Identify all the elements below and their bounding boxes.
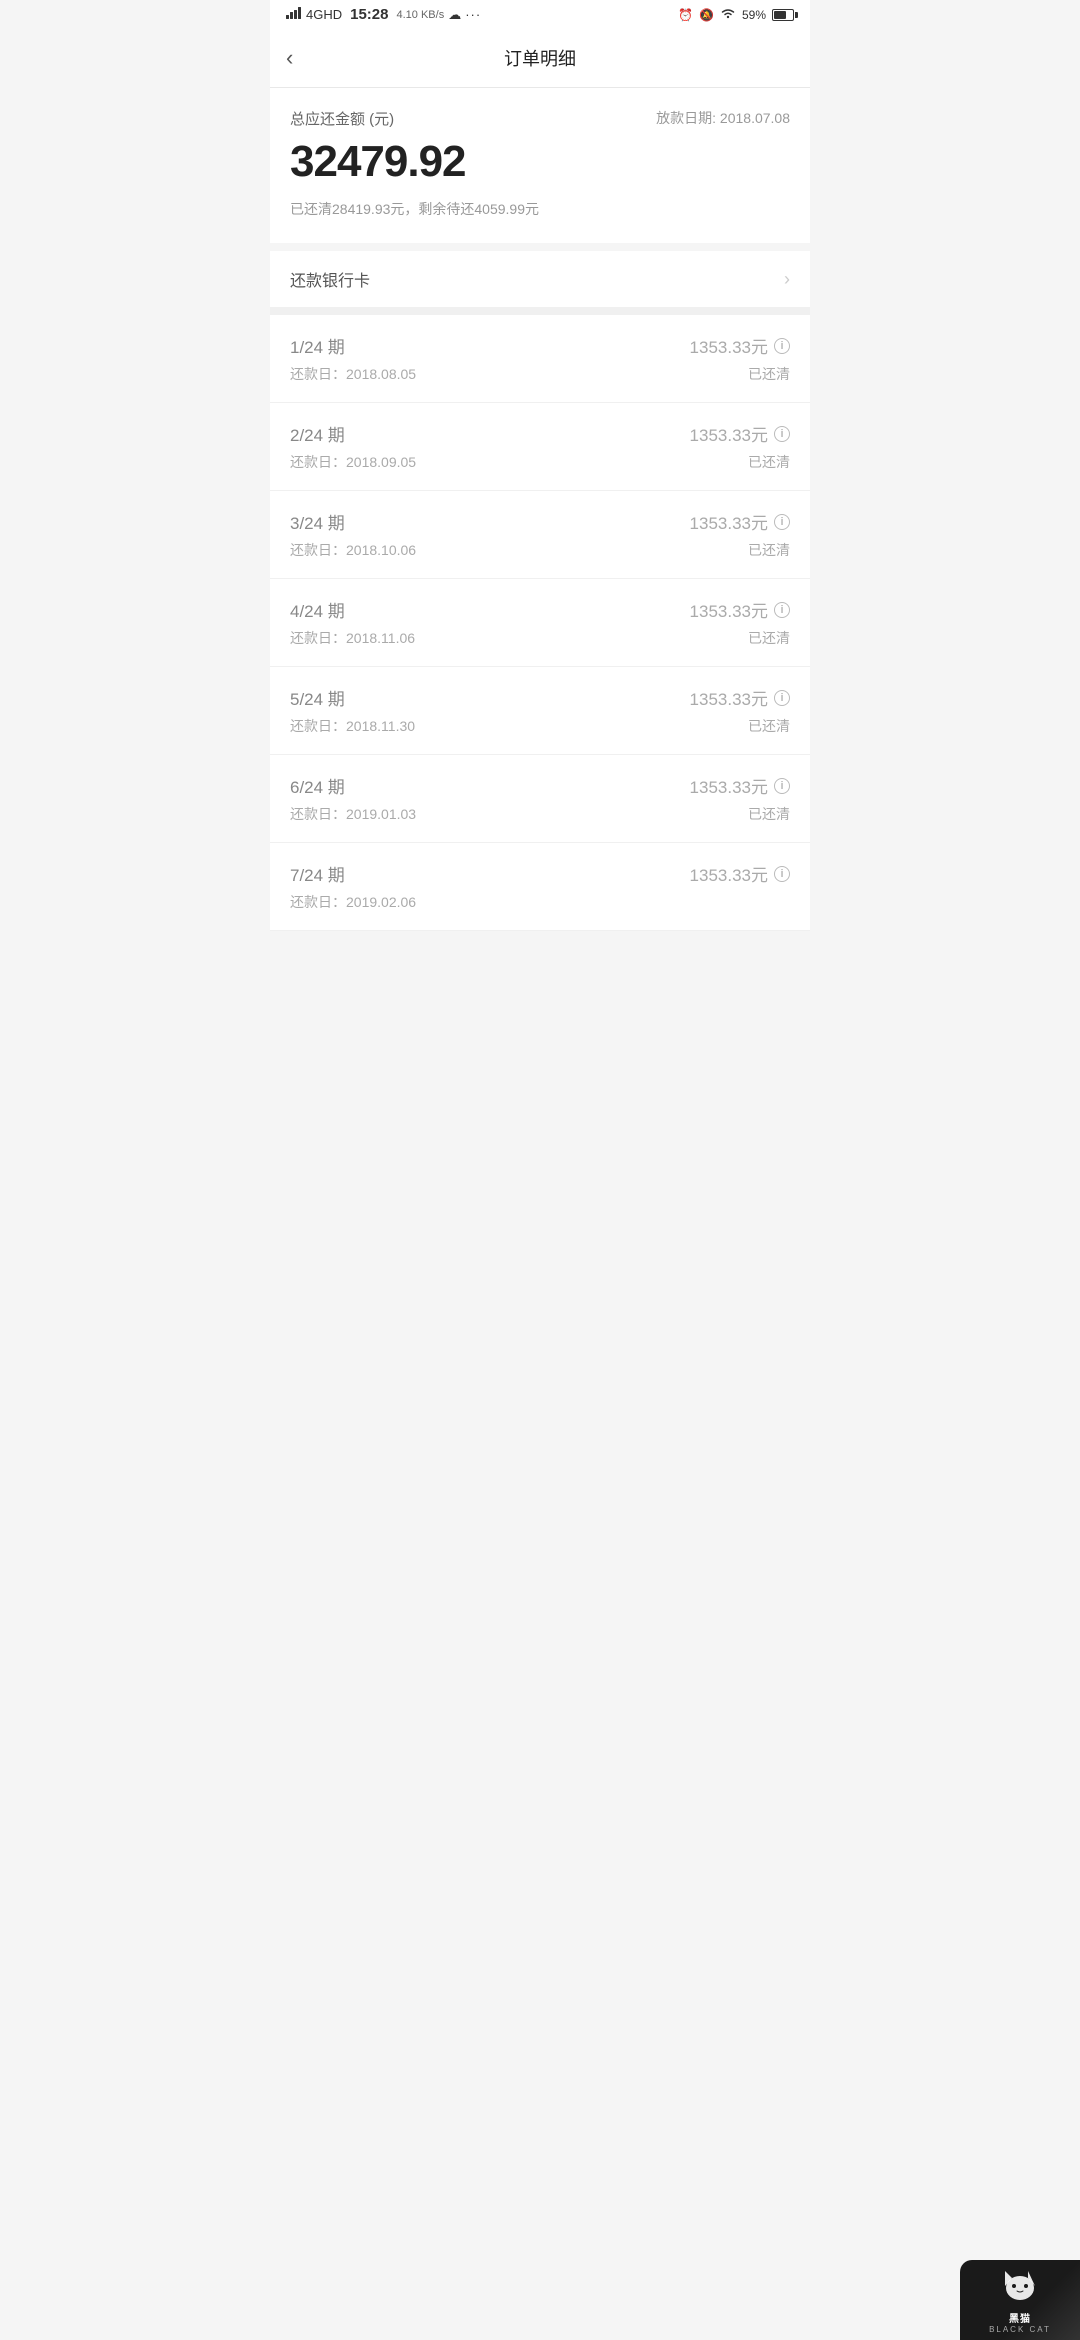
mute-icon: 🔕 xyxy=(699,8,714,22)
installment-amount-3: 1353.33元 i xyxy=(690,597,790,622)
loan-date: 放款日期: 2018.07.08 xyxy=(656,108,790,128)
info-icon-1[interactable]: i xyxy=(774,426,790,442)
installment-due-0: 还款日：2018.08.05 xyxy=(290,364,416,384)
installment-left-2: 3/24 期 还款日：2018.10.06 xyxy=(290,509,416,560)
installment-right-2: 1353.33元 i 已还清 xyxy=(690,509,790,560)
battery-icon xyxy=(772,9,794,21)
info-icon-5[interactable]: i xyxy=(774,778,790,794)
blackcat-watermark: 黑猫 BLACK CAT xyxy=(960,2260,1080,2340)
installment-amount-1: 1353.33元 i xyxy=(690,421,790,446)
dots-icon: ··· xyxy=(465,7,481,22)
signal-label: 4GHD xyxy=(306,7,342,22)
repayment-detail: 已还清28419.93元，剩余待还4059.99元 xyxy=(290,199,790,219)
installment-status-0: 已还清 xyxy=(690,364,790,384)
blackcat-main-text: 黑猫 xyxy=(1009,2310,1031,2325)
installment-left-6: 7/24 期 还款日：2019.02.06 xyxy=(290,861,416,912)
alarm-icon: ⏰ xyxy=(678,8,693,22)
installment-right-0: 1353.33元 i 已还清 xyxy=(690,333,790,384)
installment-status-2: 已还清 xyxy=(690,540,790,560)
installment-due-1: 还款日：2018.09.05 xyxy=(290,452,416,472)
installment-right-3: 1353.33元 i 已还清 xyxy=(690,597,790,648)
installment-item: 6/24 期 还款日：2019.01.03 1353.33元 i 已还清 xyxy=(270,755,810,843)
installment-amount-4: 1353.33元 i xyxy=(690,685,790,710)
installment-right-4: 1353.33元 i 已还清 xyxy=(690,685,790,736)
installment-due-4: 还款日：2018.11.30 xyxy=(290,716,415,736)
installment-left-1: 2/24 期 还款日：2018.09.05 xyxy=(290,421,416,472)
summary-header: 总应还金额 (元) 放款日期: 2018.07.08 xyxy=(290,108,790,129)
installment-item: 4/24 期 还款日：2018.11.06 1353.33元 i 已还清 xyxy=(270,579,810,667)
installment-right-5: 1353.33元 i 已还清 xyxy=(690,773,790,824)
installment-amount-6: 1353.33元 i xyxy=(690,861,790,886)
installment-due-5: 还款日：2019.01.03 xyxy=(290,804,416,824)
total-amount-value: 32479.92 xyxy=(290,137,790,187)
installment-item: 1/24 期 还款日：2018.08.05 1353.33元 i 已还清 xyxy=(270,315,810,403)
installment-item: 7/24 期 还款日：2019.02.06 1353.33元 i xyxy=(270,843,810,931)
chevron-right-icon: › xyxy=(784,269,790,290)
status-left: 4GHD 15:28 4.10 KB/s ☁ ··· xyxy=(286,6,481,23)
bank-card-row[interactable]: 还款银行卡 › xyxy=(270,251,810,315)
installment-item: 5/24 期 还款日：2018.11.30 1353.33元 i 已还清 xyxy=(270,667,810,755)
page-header: ‹ 订单明细 xyxy=(270,29,810,88)
installment-item: 3/24 期 还款日：2018.10.06 1353.33元 i 已还清 xyxy=(270,491,810,579)
info-icon-3[interactable]: i xyxy=(774,602,790,618)
blackcat-icon xyxy=(1000,2266,1040,2308)
installment-amount-5: 1353.33元 i xyxy=(690,773,790,798)
installment-period-1: 2/24 期 xyxy=(290,421,416,446)
installment-right-6: 1353.33元 i xyxy=(690,861,790,892)
installment-period-3: 4/24 期 xyxy=(290,597,415,622)
wifi-icon xyxy=(720,7,736,22)
installment-period-2: 3/24 期 xyxy=(290,509,416,534)
installment-right-1: 1353.33元 i 已还清 xyxy=(690,421,790,472)
battery-percent: 59% xyxy=(742,8,766,22)
installment-left-3: 4/24 期 还款日：2018.11.06 xyxy=(290,597,415,648)
summary-section: 总应还金额 (元) 放款日期: 2018.07.08 32479.92 已还清2… xyxy=(270,88,810,243)
back-button[interactable]: ‹ xyxy=(286,41,301,75)
info-icon-4[interactable]: i xyxy=(774,690,790,706)
installment-period-6: 7/24 期 xyxy=(290,861,416,886)
network-speed: 4.10 KB/s xyxy=(397,9,445,21)
info-icon-2[interactable]: i xyxy=(774,514,790,530)
installment-period-5: 6/24 期 xyxy=(290,773,416,798)
installment-list: 1/24 期 还款日：2018.08.05 1353.33元 i 已还清 2/2… xyxy=(270,315,810,931)
installment-left-0: 1/24 期 还款日：2018.08.05 xyxy=(290,333,416,384)
installment-status-5: 已还清 xyxy=(690,804,790,824)
page-title: 订单明细 xyxy=(504,45,576,71)
installment-amount-2: 1353.33元 i xyxy=(690,509,790,534)
installment-status-1: 已还清 xyxy=(690,452,790,472)
installment-due-6: 还款日：2019.02.06 xyxy=(290,892,416,912)
status-bar: 4GHD 15:28 4.10 KB/s ☁ ··· ⏰ 🔕 59% xyxy=(270,0,810,29)
installment-left-4: 5/24 期 还款日：2018.11.30 xyxy=(290,685,415,736)
installment-period-4: 5/24 期 xyxy=(290,685,415,710)
bank-card-label: 还款银行卡 xyxy=(290,267,370,291)
installment-status-4: 已还清 xyxy=(690,716,790,736)
installment-left-5: 6/24 期 还款日：2019.01.03 xyxy=(290,773,416,824)
blackcat-sub-text: BLACK CAT xyxy=(989,2325,1051,2334)
info-icon-6[interactable]: i xyxy=(774,866,790,882)
installment-due-2: 还款日：2018.10.06 xyxy=(290,540,416,560)
info-icon-0[interactable]: i xyxy=(774,338,790,354)
installment-due-3: 还款日：2018.11.06 xyxy=(290,628,415,648)
installment-item: 2/24 期 还款日：2018.09.05 1353.33元 i 已还清 xyxy=(270,403,810,491)
time-display: 15:28 xyxy=(350,6,388,23)
status-right: ⏰ 🔕 59% xyxy=(678,7,794,22)
installment-period-0: 1/24 期 xyxy=(290,333,416,358)
installment-amount-0: 1353.33元 i xyxy=(690,333,790,358)
total-amount-label: 总应还金额 (元) xyxy=(290,108,394,129)
cloud-icon: ☁ xyxy=(448,7,461,23)
installment-status-3: 已还清 xyxy=(690,628,790,648)
signal-icon xyxy=(286,7,302,22)
